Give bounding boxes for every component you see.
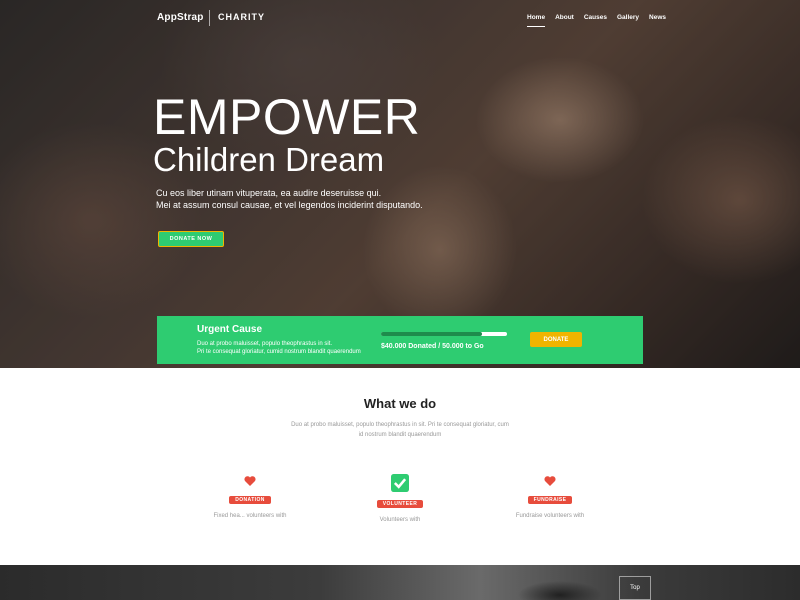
feature-text: Fixed hea... volunteers with <box>213 513 287 519</box>
urgent-cause-text-line: Pri te consequat gloriatur, cumid nostru… <box>197 349 361 355</box>
nav-link-gallery[interactable]: Gallery <box>617 14 639 21</box>
donation-progress-fill <box>381 332 482 336</box>
main-nav: Home About Causes Gallery News <box>527 14 666 27</box>
footer-image-strip <box>0 565 800 600</box>
what-we-do-description-line: id nostrum blandit quaerendum <box>358 432 442 438</box>
feature-volunteer: VOLUNTEER Volunteers with <box>325 474 475 525</box>
what-we-do-description-line: Duo at probo maluisset, populo theophras… <box>291 422 509 428</box>
urgent-donate-button[interactable]: DONATE <box>530 332 582 347</box>
check-icon <box>391 474 409 492</box>
hero-overlay <box>0 0 800 368</box>
donate-now-button[interactable]: DONATE NOW <box>158 231 224 247</box>
donation-progress-bar <box>381 332 507 336</box>
nav-link-about[interactable]: About <box>555 14 574 21</box>
nav-link-home[interactable]: Home <box>527 14 546 27</box>
feature-donation: DONATION Fixed hea... volunteers with <box>175 474 325 521</box>
hero-description-line: Mei at assum consul causae, et vel legen… <box>156 200 423 210</box>
urgent-cause-text-line: Duo at probo maluisset, populo theophras… <box>197 341 333 347</box>
hero-banner: AppStrap CHARITY Home About Causes Galle… <box>0 0 800 368</box>
brand-divider <box>209 10 210 26</box>
brand-subtitle: CHARITY <box>218 12 265 22</box>
hero-description: Cu eos liber utinam vituperata, ea audir… <box>156 187 456 211</box>
feature-fundraise: FUNDRAISE Fundraise volunteers with <box>475 474 625 521</box>
feature-label: DONATION <box>229 496 271 504</box>
what-we-do-title: What we do <box>363 396 437 411</box>
hero-subtitle: Children Dream <box>153 141 385 178</box>
nav-link-causes[interactable]: Causes <box>584 14 607 21</box>
urgent-cause-bar: Urgent Cause Duo at probo maluisset, pop… <box>157 316 643 364</box>
urgent-cause-title: Urgent Cause <box>197 324 263 335</box>
hero-description-line: Cu eos liber utinam vituperata, ea audir… <box>156 188 382 198</box>
heart-icon <box>244 476 256 486</box>
brand-logo[interactable]: AppStrap <box>157 12 204 23</box>
feature-text: Volunteers with <box>379 517 421 523</box>
donation-progress-label: $40.000 Donated / 50.000 to Go <box>381 343 484 350</box>
scroll-top-button[interactable]: Top <box>619 576 651 600</box>
what-we-do-description: Duo at probo maluisset, populo theophras… <box>0 420 800 440</box>
feature-label: FUNDRAISE <box>527 496 573 504</box>
heart-icon <box>544 476 556 486</box>
urgent-cause-text: Duo at probo maluisset, populo theophras… <box>197 340 361 356</box>
hero-title: EMPOWER <box>153 89 421 145</box>
feature-text: Fundraise volunteers with <box>515 513 585 519</box>
nav-link-news[interactable]: News <box>649 14 666 21</box>
feature-label: VOLUNTEER <box>376 500 424 508</box>
